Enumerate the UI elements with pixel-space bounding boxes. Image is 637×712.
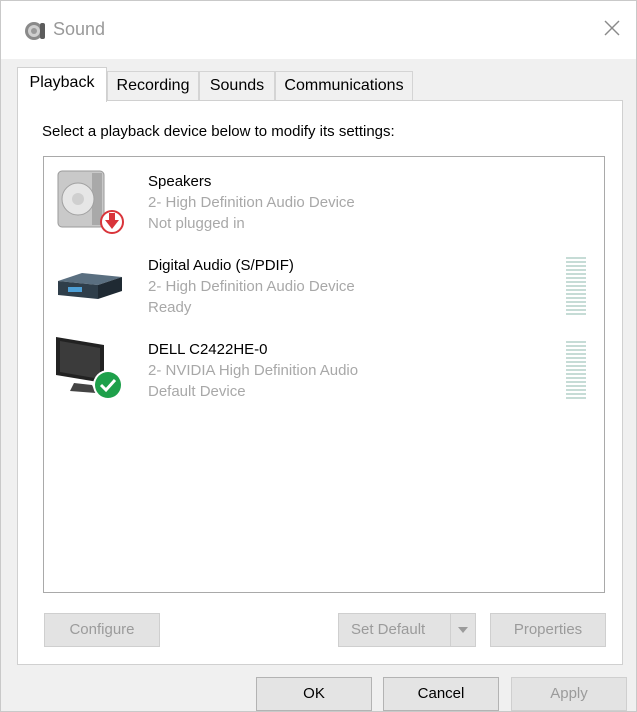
configure-button[interactable]: Configure <box>44 613 160 647</box>
device-status: Not plugged in <box>148 215 245 232</box>
chevron-down-icon[interactable] <box>450 614 475 646</box>
device-item-speakers[interactable]: Speakers 2- High Definition Audio Device… <box>44 157 602 237</box>
cancel-button[interactable]: Cancel <box>383 677 499 711</box>
sound-dialog: Sound Playback Recording Sounds Communic… <box>0 0 637 712</box>
apply-button[interactable]: Apply <box>511 677 627 711</box>
tab-strip: Playback Recording Sounds Communications <box>17 67 622 102</box>
digital-audio-device-icon <box>58 273 122 299</box>
unplugged-arrow-icon <box>100 210 124 234</box>
properties-button[interactable]: Properties <box>490 613 606 647</box>
tab-communications[interactable]: Communications <box>275 71 413 100</box>
set-default-button[interactable]: Set Default <box>338 613 476 647</box>
device-item-digital-audio[interactable]: Digital Audio (S/PDIF) 2- High Definitio… <box>44 241 602 321</box>
close-icon[interactable] <box>597 13 627 43</box>
tab-sounds[interactable]: Sounds <box>199 71 275 100</box>
device-name: DELL C2422HE-0 <box>148 341 268 358</box>
device-driver: 2- High Definition Audio Device <box>148 194 355 211</box>
level-meter <box>566 257 586 319</box>
tab-playback[interactable]: Playback <box>17 67 107 102</box>
instructions-text: Select a playback device below to modify… <box>42 123 395 140</box>
speaker-icon <box>25 22 45 40</box>
device-status: Ready <box>148 299 192 316</box>
device-driver: 2- NVIDIA High Definition Audio <box>148 362 359 379</box>
set-default-label: Set Default <box>351 621 426 638</box>
device-item-dell-monitor[interactable]: DELL C2422HE-0 2- NVIDIA High Definition… <box>44 325 602 405</box>
ok-button[interactable]: OK <box>256 677 372 711</box>
title-bar: Sound <box>1 1 636 59</box>
device-name: Digital Audio (S/PDIF) <box>148 257 294 274</box>
device-list[interactable]: Speakers 2- High Definition Audio Device… <box>43 156 605 593</box>
level-meter <box>566 341 586 403</box>
monitor-device-icon <box>56 337 123 400</box>
window-title: Sound <box>53 19 106 39</box>
default-check-icon <box>93 370 123 400</box>
tab-recording[interactable]: Recording <box>107 71 199 100</box>
speaker-device-icon <box>57 170 124 234</box>
playback-panel: Select a playback device below to modify… <box>17 100 623 665</box>
device-driver: 2- High Definition Audio Device <box>148 278 355 295</box>
device-name: Speakers <box>148 173 212 190</box>
device-status: Default Device <box>148 383 246 400</box>
